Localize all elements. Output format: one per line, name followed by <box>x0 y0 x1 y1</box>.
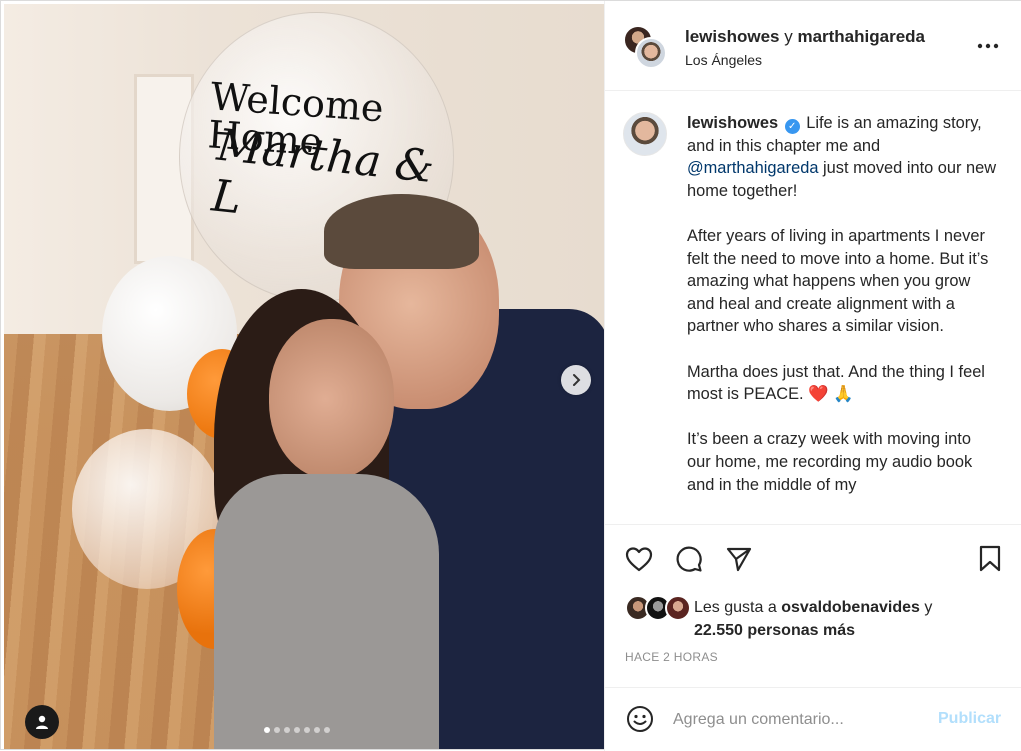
carousel-dot <box>294 727 300 733</box>
username-link[interactable]: marthahigareda <box>797 27 925 46</box>
carousel-dot <box>324 727 330 733</box>
comment-button[interactable] <box>673 543 705 575</box>
post-photo[interactable]: Welcome Home Martha & L <box>4 4 604 749</box>
caption-emojis: ❤️ 🙏 <box>808 385 854 404</box>
likes-section: Les gusta a osvaldobenavides y 22.550 pe… <box>605 591 1021 641</box>
man-hair <box>324 194 479 269</box>
caption-paragraph: It’s been a crazy week with moving into … <box>687 430 973 494</box>
save-button[interactable] <box>974 543 1006 575</box>
carousel-dot <box>304 727 310 733</box>
liker-avatars[interactable] <box>625 595 691 621</box>
tagged-users-button[interactable] <box>25 705 59 739</box>
username-link[interactable]: lewishowes <box>685 27 779 46</box>
caption-mention[interactable]: @marthahigareda <box>687 159 818 177</box>
likes-count[interactable]: 22.550 personas más <box>694 622 855 639</box>
publish-button[interactable]: Publicar <box>938 710 1001 728</box>
post-modal: Welcome Home Martha & L lewishowes y mar… <box>0 0 1021 751</box>
share-button[interactable] <box>723 543 755 575</box>
caption-area: lewishowes ✓ Life is an amazing story, a… <box>605 92 1021 524</box>
liker-username[interactable]: osvaldobenavides <box>781 599 920 616</box>
comment-input[interactable] <box>673 708 923 732</box>
more-options-button[interactable] <box>973 31 1003 61</box>
caption-username[interactable]: lewishowes <box>687 114 778 132</box>
heart-icon <box>625 547 653 572</box>
caption-paragraph: After years of living in apartments I ne… <box>687 226 989 336</box>
emoji-picker-button[interactable] <box>625 704 655 734</box>
post-timestamp[interactable]: HACE 2 HORAS <box>625 650 718 664</box>
more-icon <box>977 43 999 49</box>
collab-avatars[interactable] <box>623 25 667 69</box>
carousel-dot <box>264 727 270 733</box>
likes-connector: y <box>924 599 933 616</box>
next-slide-button[interactable] <box>561 365 591 395</box>
comment-bar: Publicar <box>605 687 1021 751</box>
carousel-dot <box>274 727 280 733</box>
comment-icon <box>676 546 702 572</box>
carousel-dot <box>314 727 320 733</box>
user-icon <box>36 715 48 729</box>
bookmark-icon <box>979 545 1001 572</box>
verified-badge-icon: ✓ <box>784 119 800 134</box>
username-connector: y <box>784 27 793 46</box>
emoji-icon <box>627 706 653 732</box>
chevron-right-icon <box>573 374 581 386</box>
header-usernames: lewishowes y marthahigareda <box>685 27 925 47</box>
like-button[interactable] <box>623 543 655 575</box>
likes-text: Les gusta a osvaldobenavides y 22.550 pe… <box>694 596 932 642</box>
avatar <box>665 595 691 621</box>
carousel-dot <box>284 727 290 733</box>
post-side-panel: lewishowes y marthahigareda Los Ángeles … <box>604 1 1021 751</box>
caption-text: lewishowes ✓ Life is an amazing story, a… <box>687 112 999 519</box>
share-icon <box>726 547 752 572</box>
avatar[interactable] <box>623 112 667 156</box>
carousel-dots <box>264 727 330 733</box>
action-bar <box>605 524 1021 594</box>
likes-prefix: Les gusta a <box>694 599 777 616</box>
woman-body <box>214 474 439 749</box>
post-header: lewishowes y marthahigareda Los Ángeles <box>605 1 1021 91</box>
location-link[interactable]: Los Ángeles <box>685 52 762 68</box>
avatar <box>635 37 667 69</box>
woman-face <box>269 319 394 479</box>
